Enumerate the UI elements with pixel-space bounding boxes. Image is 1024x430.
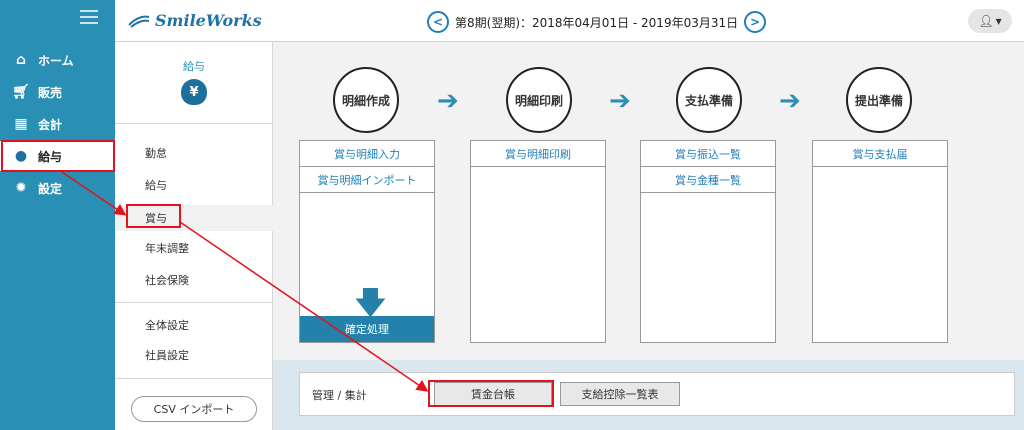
logo-icon xyxy=(128,15,150,28)
bonus-denomination-list-link[interactable]: 賞与金種一覧 xyxy=(641,167,775,193)
logo-text: SmileWorks xyxy=(155,11,262,30)
bonus-transfer-list-link[interactable]: 賞与振込一覧 xyxy=(641,141,775,167)
nav-item-sales[interactable]: 🛒︎ 販売 xyxy=(0,77,115,107)
period-selector: < 第8期(翌期)：2018年04月01日 - 2019年03月31日 > xyxy=(427,11,767,33)
divider xyxy=(115,378,273,379)
column-print: 賞与明細印刷 xyxy=(470,140,606,343)
submenu-item-year-end[interactable]: 年末調整 xyxy=(115,235,273,261)
submenu-item-attendance[interactable]: 勤怠 xyxy=(115,140,273,166)
money-bag-icon: ¥ xyxy=(181,79,207,105)
nav-label: 販売 xyxy=(38,85,63,100)
user-menu-button[interactable]: 👤︎ ▾ xyxy=(968,9,1012,33)
management-label: 管理 / 集計 xyxy=(312,389,367,402)
gear-icon: ✹ xyxy=(15,180,27,196)
step-create: 明細作成 xyxy=(333,67,399,133)
chevron-right-icon: > xyxy=(750,15,761,29)
nav-item-home[interactable]: ⌂ ホーム xyxy=(0,45,115,75)
column-submit: 賞与支払届 xyxy=(812,140,948,343)
management-area: 管理 / 集計 賃金台帳 支給控除一覧表 xyxy=(273,360,1024,430)
user-icon: 👤︎ xyxy=(978,14,994,28)
cart-icon: 🛒︎ xyxy=(12,84,30,100)
highlight-box-bonus xyxy=(126,204,181,228)
highlight-box-wage-ledger xyxy=(428,380,554,407)
home-icon: ⌂ xyxy=(15,52,27,68)
header: SmileWorks < 第8期(翌期)：2018年04月01日 - 2019年… xyxy=(115,0,1024,42)
bonus-import-link[interactable]: 賞与明細インポート xyxy=(300,167,434,193)
bonus-entry-link[interactable]: 賞与明細入力 xyxy=(300,141,434,167)
submenu-header: 給与 ¥ xyxy=(115,42,273,124)
prev-period-button[interactable]: < xyxy=(427,11,449,33)
period-label: 第8期(翌期)：2018年04月01日 - 2019年03月31日 xyxy=(455,15,739,30)
workflow-panel: 明細作成 ➔ 明細印刷 ➔ 支払準備 ➔ 提出準備 賞与明細入力 賞与明細インポ… xyxy=(273,42,1024,360)
step-print: 明細印刷 xyxy=(506,67,572,133)
confirm-button[interactable]: 確定処理 xyxy=(300,316,434,342)
chevron-left-icon: < xyxy=(432,15,444,29)
nav-label: 会計 xyxy=(38,117,63,132)
csv-import-button[interactable]: CSV インポート xyxy=(131,396,257,422)
submenu-item-salary[interactable]: 給与 xyxy=(115,172,273,198)
arrow-right-icon: ➔ xyxy=(609,86,631,116)
highlight-box-nav xyxy=(1,140,115,172)
caret-down-icon: ▾ xyxy=(995,14,1002,28)
nav-label: ホーム xyxy=(38,53,74,68)
bonus-payment-report-link[interactable]: 賞与支払届 xyxy=(813,141,947,167)
nav-label: 設定 xyxy=(38,181,63,196)
logo[interactable]: SmileWorks xyxy=(127,11,262,30)
arrow-right-icon: ➔ xyxy=(779,86,801,116)
divider xyxy=(115,302,273,303)
calculator-icon: ▦ xyxy=(14,116,28,132)
menu-icon[interactable] xyxy=(80,10,98,24)
arrow-right-icon: ➔ xyxy=(437,86,459,116)
bonus-print-link[interactable]: 賞与明細印刷 xyxy=(471,141,605,167)
payroll-submenu: 給与 ¥ 勤怠 給与 賞与 年末調整 社会保険 全体設定 社員設定 CSV イン… xyxy=(115,42,273,430)
payment-deduction-list-button[interactable]: 支給控除一覧表 xyxy=(560,382,680,406)
submenu-item-employee-settings[interactable]: 社員設定 xyxy=(115,342,273,368)
next-period-button[interactable]: > xyxy=(744,11,767,33)
nav-item-accounting[interactable]: ▦ 会計 xyxy=(0,109,115,139)
column-create: 賞与明細入力 賞与明細インポート 🡇 確定処理 xyxy=(299,140,435,343)
step-submit: 提出準備 xyxy=(846,67,912,133)
main-nav: ⌂ ホーム 🛒︎ 販売 ▦ 会計 ● 給与 ✹ 設定 xyxy=(0,0,115,430)
nav-item-settings[interactable]: ✹ 設定 xyxy=(0,173,115,203)
submenu-title: 給与 xyxy=(183,60,205,73)
submenu-item-general-settings[interactable]: 全体設定 xyxy=(115,312,273,338)
submenu-item-social-insurance[interactable]: 社会保険 xyxy=(115,267,273,293)
management-bar: 管理 / 集計 賃金台帳 支給控除一覧表 xyxy=(299,372,1015,416)
step-payment: 支払準備 xyxy=(676,67,742,133)
column-payment: 賞与振込一覧 賞与金種一覧 xyxy=(640,140,776,343)
